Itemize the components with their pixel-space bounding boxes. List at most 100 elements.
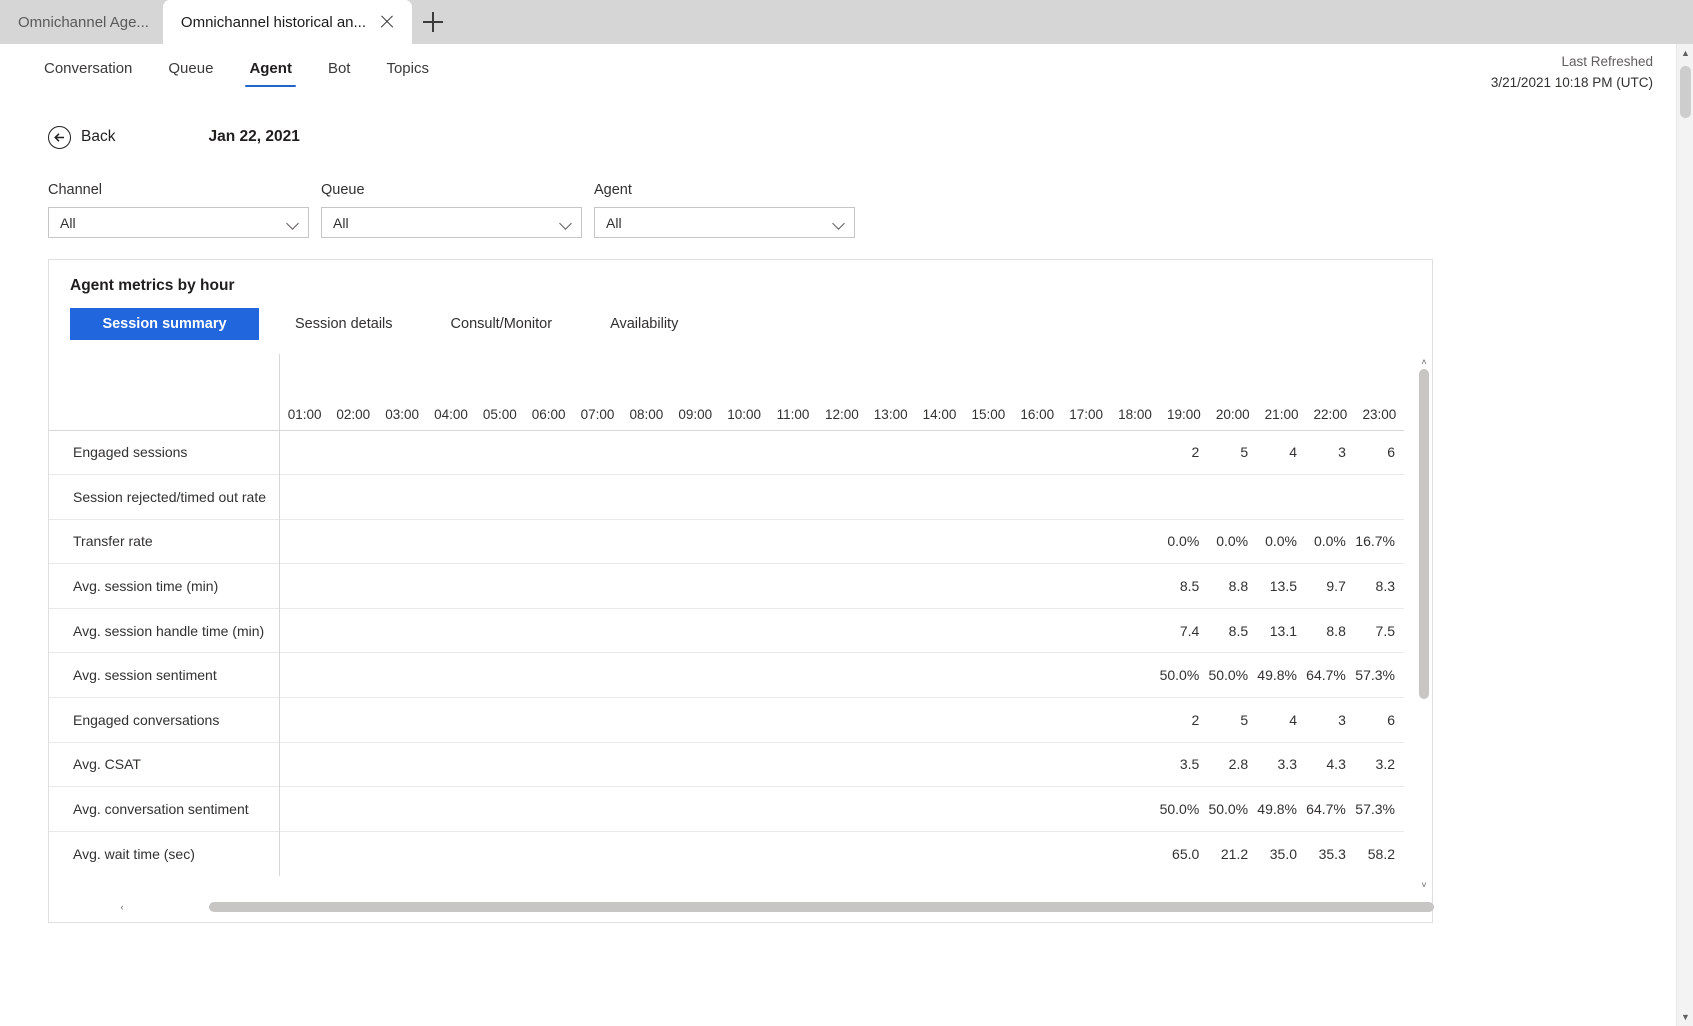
new-tab-icon[interactable] [412, 0, 454, 44]
table-cell [328, 518, 378, 564]
queue-dropdown-value: All [333, 214, 349, 231]
table-cell: 7.5 [1354, 607, 1404, 653]
table-cell [768, 429, 818, 475]
table-cell: 65.0 [1159, 830, 1209, 876]
table-cell [377, 429, 427, 475]
table-vertical-scrollbar[interactable]: ˄ ˅ [1417, 355, 1431, 892]
table-cell [670, 741, 720, 787]
table-row: Avg. CSAT 3.5 2.8 3.3 4.3 3.2 [49, 741, 1404, 787]
filter-channel-label: Channel [48, 182, 103, 198]
table-cell [621, 563, 671, 609]
window-scroll-thumb[interactable] [1680, 66, 1691, 118]
table-cell [963, 741, 1013, 787]
chevron-down-icon [833, 217, 845, 229]
agent-dropdown[interactable]: All [594, 207, 855, 238]
nav-item-conversation[interactable]: Conversation [26, 44, 150, 92]
filter-bar: Channel All Queue All Agent All [0, 182, 1693, 238]
chevron-down-icon [287, 217, 299, 229]
browser-tab-2[interactable]: Omnichannel historical an... [162, 0, 413, 44]
nav-item-agent-label: Agent [249, 59, 292, 77]
table-header-row: 01:00 02:00 03:00 04:00 05:00 06:00 07:00 08:00… [49, 354, 1404, 430]
table-cell [328, 607, 378, 653]
nav-item-bot-label: Bot [327, 59, 351, 77]
nav-item-agent[interactable]: Agent [231, 44, 310, 92]
table-cell [719, 786, 769, 832]
table-cell: 50.0% [1159, 786, 1209, 832]
window-scroll-down-icon[interactable]: ▼ [1677, 1008, 1693, 1026]
column-header-2300: 23:00 [1362, 406, 1397, 422]
close-icon[interactable] [376, 11, 398, 33]
table-cell [1061, 474, 1111, 520]
scroll-down-icon[interactable]: ˅ [1417, 878, 1431, 892]
table-cell [621, 607, 671, 653]
card-title: Agent metrics by hour [70, 277, 235, 294]
column-header-2100: 21:00 [1264, 406, 1299, 422]
table-cell [915, 786, 964, 832]
table-cell [866, 697, 916, 743]
table-cell [817, 518, 867, 564]
table-cell [1012, 429, 1062, 475]
table-cell [377, 697, 427, 743]
table-cell [817, 697, 867, 743]
table-cell [279, 518, 329, 564]
table-cell [670, 697, 720, 743]
table-cell [768, 741, 818, 787]
table-cell [866, 474, 916, 520]
table-cell [1061, 741, 1111, 787]
tab-session-summary[interactable]: Session summary [70, 308, 259, 340]
back-button[interactable]: Back [48, 125, 115, 149]
table-cell [963, 607, 1013, 653]
tab-session-details[interactable]: Session details [273, 308, 415, 340]
table-cell: 13.1 [1257, 607, 1306, 653]
nav-item-queue[interactable]: Queue [150, 44, 231, 92]
table-cell [524, 830, 574, 876]
table-cell [524, 474, 574, 520]
tab-consult-monitor[interactable]: Consult/Monitor [429, 308, 575, 340]
table-cell [573, 697, 622, 743]
table-cell [817, 563, 867, 609]
table-cell [621, 429, 671, 475]
table-cell [963, 518, 1013, 564]
table-cell: 50.0% [1159, 652, 1209, 698]
last-refreshed-block: Last Refreshed 3/21/2021 10:18 PM (UTC) [1491, 52, 1653, 94]
nav-item-bot[interactable]: Bot [310, 44, 369, 92]
window-scroll-up-icon[interactable]: ▲ [1677, 44, 1693, 62]
table-row: Avg. wait time (sec) 65.0 21.2 35.0 35.3 58.2 [49, 830, 1404, 876]
horizontal-scroll-track[interactable] [129, 900, 1434, 914]
tab-availability[interactable]: Availability [588, 308, 700, 340]
card-tab-list: Session summary Session details Consult/… [49, 295, 1432, 340]
table-cell [621, 518, 671, 564]
scroll-up-icon[interactable]: ˄ [1417, 355, 1431, 369]
row-label: Engaged sessions [49, 429, 281, 475]
table-cell [915, 697, 964, 743]
queue-dropdown[interactable]: All [321, 207, 582, 238]
window-scrollbar[interactable]: ▲ ▼ [1676, 44, 1693, 1026]
table-cell [328, 741, 378, 787]
table-cell [670, 474, 720, 520]
table-cell [573, 741, 622, 787]
table-cell [768, 518, 818, 564]
table-row: Avg. conversation sentiment 50.0% 50.0% 49.… [49, 786, 1404, 832]
channel-dropdown[interactable]: All [48, 207, 309, 238]
metrics-table-scroll-area[interactable]: 01:00 02:00 03:00 04:00 05:00 06:00 07:00 08:00… [49, 354, 1432, 922]
table-cell [279, 563, 329, 609]
table-cell [279, 652, 329, 698]
table-horizontal-scrollbar[interactable]: ‹ › [115, 900, 1434, 914]
horizontal-scroll-thumb[interactable] [209, 902, 1434, 912]
column-header-1900: 19:00 [1166, 406, 1201, 422]
table-cell [915, 741, 964, 787]
table-cell [1061, 518, 1111, 564]
row-label: Engaged conversations [49, 697, 281, 743]
scroll-left-icon[interactable]: ‹ [115, 900, 129, 914]
table-cell [768, 563, 818, 609]
table-cell: 4 [1257, 429, 1306, 475]
browser-tab-1[interactable]: Omnichannel Age... [0, 0, 163, 44]
table-cell [621, 474, 671, 520]
browser-tab-1-label: Omnichannel Age... [18, 13, 149, 31]
nav-item-topics[interactable]: Topics [368, 44, 447, 92]
table-cell [426, 474, 476, 520]
column-header-1700: 17:00 [1069, 406, 1104, 422]
vertical-scroll-thumb[interactable] [1419, 369, 1429, 699]
vertical-scroll-track[interactable] [1417, 369, 1431, 878]
table-cell [866, 518, 916, 564]
